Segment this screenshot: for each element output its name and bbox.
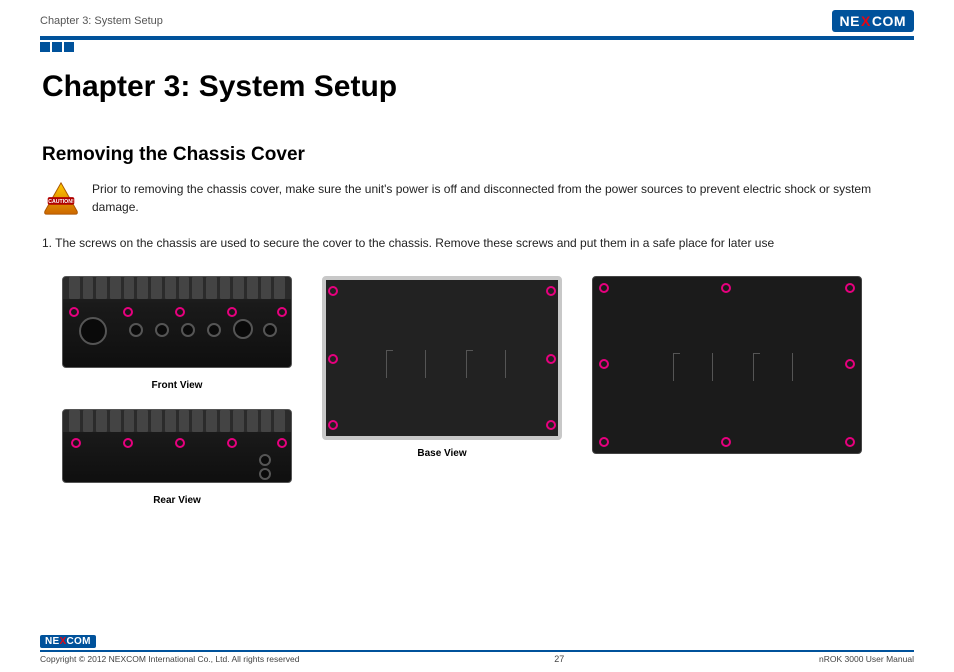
chapter-title: Chapter 3: System Setup <box>42 70 912 104</box>
section-title: Removing the Chassis Cover <box>42 144 912 166</box>
header-breadcrumb: Chapter 3: System Setup <box>40 15 163 27</box>
manual-name: nROK 3000 User Manual <box>819 654 914 664</box>
caution-icon: CAUTION! <box>42 180 80 218</box>
top-view-image <box>592 276 862 454</box>
footer-logo: NEXCOM <box>40 635 96 648</box>
footer-divider <box>40 650 914 652</box>
caution-text: Prior to removing the chassis cover, mak… <box>92 180 912 216</box>
base-view-image <box>322 276 562 440</box>
page-number: 27 <box>554 654 564 664</box>
header-divider <box>40 36 914 40</box>
footer-logo-pre: NE <box>45 636 60 647</box>
svg-text:CAUTION!: CAUTION! <box>48 199 74 205</box>
logo-post: COM <box>872 13 906 29</box>
rear-view-image <box>62 409 292 483</box>
brand-logo: NEXCOM <box>832 10 914 32</box>
rear-view-caption: Rear View <box>153 495 201 506</box>
logo-x-icon: X <box>861 13 871 29</box>
front-view-caption: Front View <box>152 380 203 391</box>
base-view-caption: Base View <box>417 448 466 459</box>
footer-logo-post: COM <box>66 636 90 647</box>
logo-pre: NE <box>840 13 860 29</box>
front-view-image <box>62 276 292 368</box>
copyright-text: Copyright © 2012 NEXCOM International Co… <box>40 654 300 664</box>
views-row: Front View Rear View <box>42 276 912 506</box>
step-1-text: 1. The screws on the chassis are used to… <box>42 234 912 252</box>
decorative-squares-icon <box>40 42 954 52</box>
